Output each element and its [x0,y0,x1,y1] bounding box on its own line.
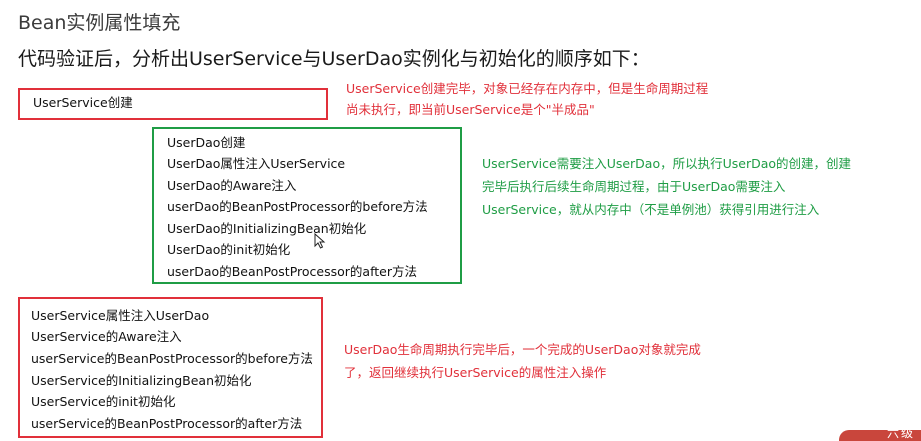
mouse-pointer-icon [314,233,326,249]
userservice-step-4: UserService的InitializingBean初始化 [31,373,252,388]
userdao-step-3: UserDao的Aware注入 [167,178,297,193]
userdao-note-line-2: 完毕后执行后续生命周期过程，由于UserDao需要注入 [482,179,786,194]
userservice-note-line-2: 了，返回继续执行UserService的属性注入操作 [344,365,607,380]
userdao-note-line-1: UserService需要注入UserDao，所以执行UserDao的创建，创建 [482,156,852,171]
userdao-step-1: UserDao创建 [167,135,246,150]
userdao-step-2: UserDao属性注入UserService [167,156,346,171]
userdao-step-5: UserDao的InitializingBean初始化 [167,221,367,236]
userservice-lifecycle-box: UserService属性注入UserDao UserService的Aware… [18,297,323,438]
userdao-step-7: userDao的BeanPostProcessor的after方法 [167,264,417,279]
userservice-create-label: UserService创建 [33,95,133,110]
userdao-step-6: UserDao的init初始化 [167,242,291,257]
userservice-step-5: UserService的init初始化 [31,394,176,409]
userservice-note-line-1: UserDao生命周期执行完毕后，一个完成的UserDao对象就完成 [344,342,701,357]
userservice-step-2: UserService的Aware注入 [31,329,182,344]
userservice-step-6: userService的BeanPostProcessor的after方法 [31,416,303,431]
userservice-step-1: UserService属性注入UserDao [31,308,210,323]
corner-badge-text: 六级 [886,430,915,440]
userdao-lifecycle-box: UserDao创建 UserDao属性注入UserService UserDao… [152,127,462,284]
corner-badge: 六级 [839,430,921,441]
create-note-line-2: 尚未执行，即当前UserService是个"半成品" [346,102,595,117]
userservice-step-3: userService的BeanPostProcessor的before方法 [31,351,313,366]
slide-subtitle: 代码验证后，分析出UserService与UserDao实例化与初始化的顺序如下… [18,48,650,70]
userservice-create-box: UserService创建 [18,88,328,120]
userdao-step-4: userDao的BeanPostProcessor的before方法 [167,199,428,214]
slide-title: Bean实例属性填充 [18,12,181,34]
create-note-line-1: UserService创建完毕，对象已经存在内存中，但是生命周期过程 [346,81,709,96]
userdao-note-line-3: UserService，就从内存中（不是单例池）获得引用进行注入 [482,202,820,217]
